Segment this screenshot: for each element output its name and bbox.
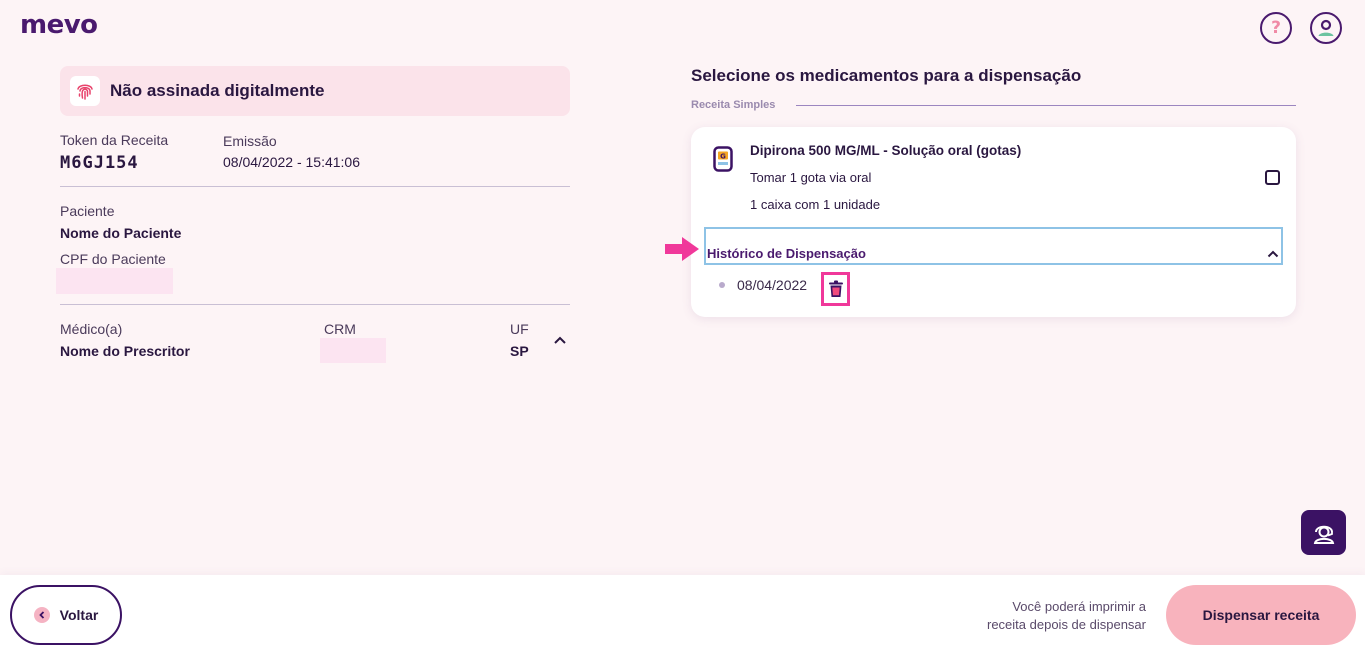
back-button-label: Voltar [59,607,99,623]
delete-history-button[interactable] [821,272,850,306]
divider [60,304,570,305]
fingerprint-icon [70,76,100,106]
token-value: M6GJ154 [60,153,139,173]
crm-value-redacted [320,338,386,363]
history-entry: 08/04/2022 [719,277,807,293]
medication-card: G Dipirona 500 MG/ML - Solução oral (got… [691,127,1296,317]
svg-text:G: G [720,153,726,161]
divider [796,105,1296,106]
medication-quantity: 1 caixa com 1 unidade [750,197,881,212]
question-icon: ? [1271,18,1281,38]
signature-status-text: Não assinada digitalmente [110,81,325,100]
doctor-label: Médico(a) [60,321,123,337]
user-profile-icon [1318,19,1334,36]
medication-dosage: Tomar 1 gota via oral [750,170,872,185]
back-button[interactable]: Voltar [10,585,122,645]
chevron-up-icon [1267,250,1279,258]
print-note: Você poderá imprimir a receita depois de… [987,598,1146,634]
medication-name: Dipirona 500 MG/ML - Solução oral (gotas… [750,143,1022,158]
mevo-logo[interactable]: mevo [20,10,98,40]
bullet-dot [719,282,725,288]
chevron-up-icon[interactable] [553,335,567,345]
help-button[interactable]: ? [1260,12,1292,44]
dispense-button[interactable]: Dispensar receita [1166,585,1356,645]
emission-value: 08/04/2022 - 15:41:06 [223,154,361,170]
dispensation-history-toggle[interactable]: Histórico de Dispensação [704,227,1283,265]
prescription-type-label: Receita Simples [691,99,776,111]
divider [60,186,570,187]
patient-name: Nome do Paciente [60,225,182,241]
headset-icon [1313,525,1334,544]
token-label: Token da Receita [60,132,169,148]
chevron-left-icon [33,607,50,623]
trash-icon [828,280,843,297]
cpf-label: CPF do Paciente [60,251,166,267]
generic-medicine-icon: G [713,146,733,172]
patient-label: Paciente [60,203,115,219]
dispensation-history-label: Histórico de Dispensação [707,246,866,261]
uf-value: SP [510,343,529,359]
profile-button[interactable] [1310,12,1342,44]
medication-select-checkbox[interactable] [1265,170,1280,185]
uf-label: UF [510,321,529,337]
cpf-value-redacted [56,268,173,294]
crm-label: CRM [324,321,356,337]
pointer-arrow-icon [665,237,699,261]
print-note-line: receita depois de dispensar [987,617,1146,632]
footer-bar: Voltar Você poderá imprimir a receita de… [0,575,1365,655]
emission-label: Emissão [223,133,277,149]
signature-status-banner: Não assinada digitalmente [60,66,570,116]
medications-title: Selecione os medicamentos para a dispens… [691,66,1082,85]
history-date: 08/04/2022 [737,277,808,293]
support-chat-button[interactable] [1301,510,1346,555]
doctor-name: Nome do Prescritor [60,343,190,359]
print-note-line: Você poderá imprimir a [1012,599,1146,614]
